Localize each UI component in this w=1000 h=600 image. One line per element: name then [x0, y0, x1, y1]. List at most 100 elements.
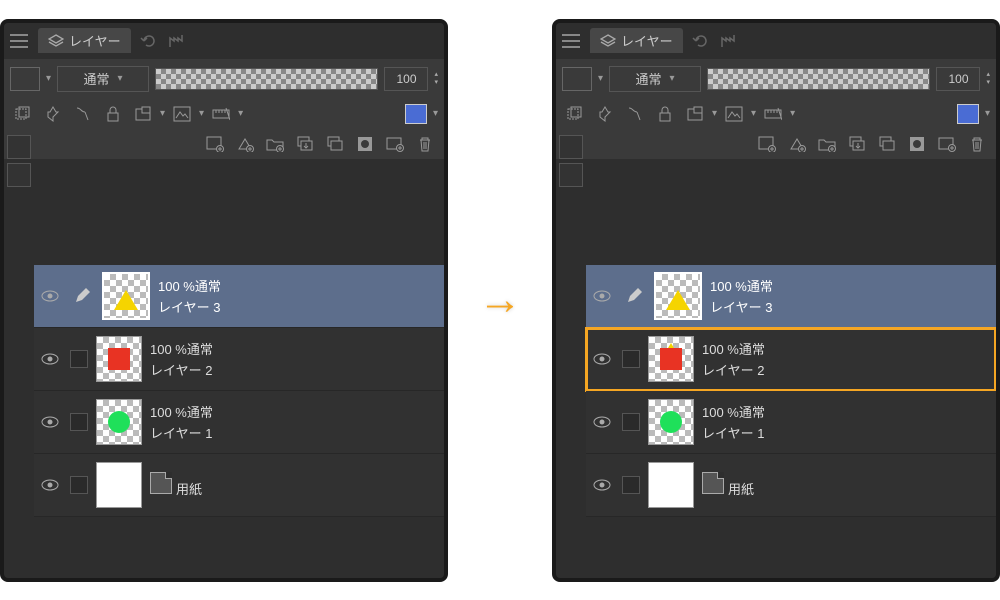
create-mask-icon[interactable]: [904, 132, 930, 156]
new-raster-layer-icon[interactable]: [202, 132, 228, 156]
new-vector-layer-icon[interactable]: [784, 132, 810, 156]
edit-icon[interactable]: [622, 284, 646, 308]
chevron-down-icon[interactable]: ▾: [985, 108, 990, 119]
opacity-spinners[interactable]: ▴▾: [986, 71, 990, 87]
layer-row[interactable]: 100 %通常レイヤー 1: [586, 391, 996, 454]
layer-row[interactable]: 100 %通常レイヤー 2: [34, 328, 444, 391]
blend-bar: ▾ 通常▾ 100 ▴▾: [556, 59, 996, 99]
layer-row[interactable]: 100 %通常レイヤー 3: [34, 265, 444, 328]
chevron-down-icon[interactable]: ▾: [160, 108, 165, 119]
visibility-icon[interactable]: [590, 284, 614, 308]
mask-icon[interactable]: [721, 102, 747, 126]
wand-icon[interactable]: [70, 102, 96, 126]
opacity-value[interactable]: 100: [936, 67, 980, 91]
pin-icon[interactable]: [40, 102, 66, 126]
tab-layers[interactable]: レイヤー: [38, 28, 131, 53]
mask-icon[interactable]: [169, 102, 195, 126]
rail-button-2[interactable]: [559, 163, 583, 187]
link-checkbox[interactable]: [70, 413, 88, 431]
blend-mode-label: 通常: [84, 69, 110, 88]
layer-name: レイヤー 1: [150, 423, 213, 442]
undo-icon[interactable]: [137, 29, 161, 53]
layer-text: 100 %通常レイヤー 2: [150, 339, 213, 379]
lock-icon[interactable]: [100, 102, 126, 126]
reference-icon[interactable]: [130, 102, 156, 126]
chevron-down-icon[interactable]: ▾: [238, 108, 243, 119]
new-vector-layer-icon[interactable]: [232, 132, 258, 156]
wand-icon[interactable]: [622, 102, 648, 126]
edit-icon[interactable]: [70, 284, 94, 308]
layer-row[interactable]: 100 %通常レイヤー 1: [34, 391, 444, 454]
new-folder-icon[interactable]: [262, 132, 288, 156]
duplicate-layer-icon[interactable]: [562, 102, 588, 126]
layer-row[interactable]: 用紙: [586, 454, 996, 517]
link-checkbox[interactable]: [70, 350, 88, 368]
visibility-icon[interactable]: [590, 347, 614, 371]
layer-name: レイヤー 1: [702, 423, 765, 442]
create-mask-icon[interactable]: [352, 132, 378, 156]
visibility-icon[interactable]: [38, 347, 62, 371]
chevron-down-icon[interactable]: ▾: [712, 108, 717, 119]
visibility-icon[interactable]: [590, 473, 614, 497]
paper-icon: [702, 472, 724, 494]
layers-panel-after: レイヤー ▾ 通常▾ 100 ▴▾ ▾ ▾ ▾ ▾: [552, 19, 1000, 582]
opacity-slider[interactable]: [155, 68, 378, 90]
ruler-clear-icon[interactable]: [760, 102, 786, 126]
link-checkbox[interactable]: [70, 476, 88, 494]
opacity-value[interactable]: 100: [384, 67, 428, 91]
merge-down-icon[interactable]: [874, 132, 900, 156]
transfer-down-icon[interactable]: [844, 132, 870, 156]
chevron-down-icon[interactable]: ▾: [433, 108, 438, 119]
layer-row[interactable]: 100 %通常レイヤー 2: [586, 328, 996, 391]
color-swatch[interactable]: [562, 67, 592, 91]
tab-layers[interactable]: レイヤー: [590, 28, 683, 53]
visibility-icon[interactable]: [38, 284, 62, 308]
menu-icon[interactable]: [10, 34, 28, 48]
chevron-down-icon[interactable]: ▾: [751, 108, 756, 119]
rail-button-2[interactable]: [7, 163, 31, 187]
timeline-icon[interactable]: [167, 29, 191, 53]
layer-row[interactable]: 用紙: [34, 454, 444, 517]
chevron-down-icon[interactable]: ▾: [790, 108, 795, 119]
layer-color-button[interactable]: [957, 104, 979, 124]
chevron-down-icon[interactable]: ▾: [199, 108, 204, 119]
apply-mask-icon[interactable]: [382, 132, 408, 156]
opacity-spinners[interactable]: ▴▾: [434, 71, 438, 87]
pin-icon[interactable]: [592, 102, 618, 126]
visibility-icon[interactable]: [590, 410, 614, 434]
trash-icon[interactable]: [964, 132, 990, 156]
layer-color-button[interactable]: [405, 104, 427, 124]
visibility-icon[interactable]: [38, 473, 62, 497]
new-raster-layer-icon[interactable]: [754, 132, 780, 156]
lock-icon[interactable]: [652, 102, 678, 126]
transfer-down-icon[interactable]: [292, 132, 318, 156]
duplicate-layer-icon[interactable]: [10, 102, 36, 126]
chevron-down-icon[interactable]: ▾: [46, 73, 51, 84]
ruler-clear-icon[interactable]: [208, 102, 234, 126]
blend-mode-select[interactable]: 通常▾: [57, 66, 149, 92]
menu-icon[interactable]: [562, 34, 580, 48]
chevron-down-icon[interactable]: ▾: [598, 73, 603, 84]
new-folder-icon[interactable]: [814, 132, 840, 156]
apply-mask-icon[interactable]: [934, 132, 960, 156]
side-rail: [4, 133, 34, 578]
rail-button-1[interactable]: [7, 135, 31, 159]
layer-text: 100 %通常レイヤー 2: [702, 339, 765, 379]
blend-mode-select[interactable]: 通常▾: [609, 66, 701, 92]
visibility-icon[interactable]: [38, 410, 62, 434]
undo-icon[interactable]: [689, 29, 713, 53]
reference-icon[interactable]: [682, 102, 708, 126]
timeline-icon[interactable]: [719, 29, 743, 53]
rail-button-1[interactable]: [559, 135, 583, 159]
side-rail: [556, 133, 586, 578]
layer-opacity: 100 %通常: [702, 402, 765, 421]
opacity-slider[interactable]: [707, 68, 930, 90]
layer-row[interactable]: 100 %通常レイヤー 3: [586, 265, 996, 328]
link-checkbox[interactable]: [622, 413, 640, 431]
merge-down-icon[interactable]: [322, 132, 348, 156]
layer-name: レイヤー 2: [150, 360, 213, 379]
trash-icon[interactable]: [412, 132, 438, 156]
link-checkbox[interactable]: [622, 350, 640, 368]
link-checkbox[interactable]: [622, 476, 640, 494]
color-swatch[interactable]: [10, 67, 40, 91]
